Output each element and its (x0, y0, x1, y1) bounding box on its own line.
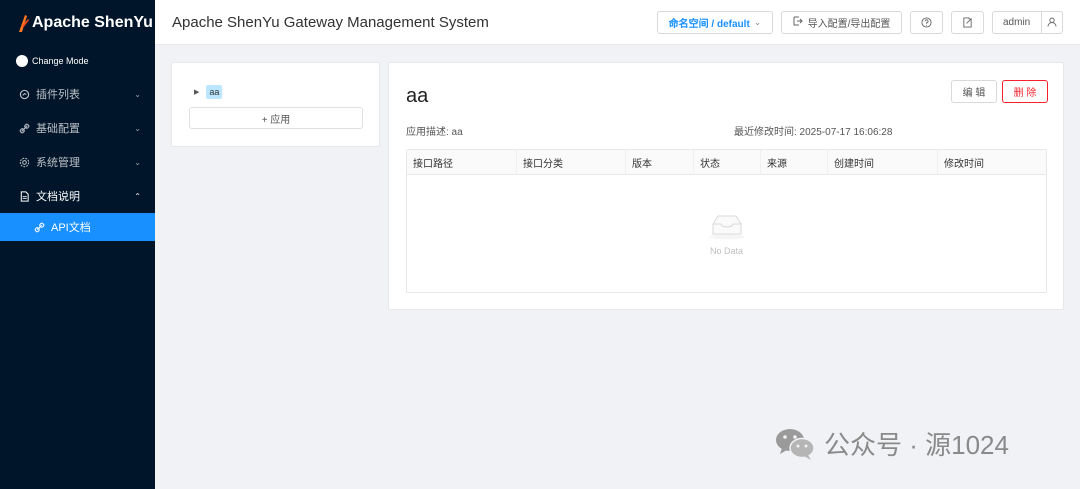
column-header: 来源 (760, 150, 827, 175)
column-header: 版本 (625, 150, 693, 175)
wechat-icon (776, 428, 815, 460)
empty-state: No Data (407, 175, 1046, 292)
sidebar: Apache ShenYu Change Mode 插件列表 ⌄ 基础配置 ⌄ … (0, 0, 155, 489)
sidebar-item-label: 文档说明 (36, 191, 80, 203)
import-export-label: 导入配置/导出配置 (807, 18, 891, 30)
chevron-down-icon: ⌄ (753, 16, 762, 27)
sidebar-item-label: 插件列表 (36, 89, 80, 101)
last-modified: 最近修改时间: 2025-07-17 16:06:28 (734, 127, 893, 138)
change-mode-toggle[interactable]: Change Mode (0, 45, 155, 77)
link-icon (18, 122, 30, 134)
help-button[interactable] (910, 10, 943, 34)
user-name: admin (1003, 16, 1031, 28)
feather-logo-icon (19, 14, 29, 32)
chevron-down-icon: ⌄ (134, 123, 141, 133)
page-title: Apache ShenYu Gateway Management System (172, 13, 489, 31)
app-detail-panel: aa 编 辑 删 除 应用描述: aa 最近修改时间: 2025-07-17 1… (388, 62, 1064, 310)
app-title: aa (406, 85, 429, 107)
column-header: 接口路径 (413, 159, 453, 170)
user-menu[interactable]: admin (992, 10, 1063, 34)
api-table: 接口路径 接口分类 版本 状态 来源 创建时间 修改时间 No Data (406, 149, 1047, 293)
chevron-up-icon: ⌃ (134, 191, 141, 201)
column-header: 修改时间 (937, 150, 1048, 175)
document-icon (18, 190, 30, 202)
export-button[interactable] (951, 10, 984, 34)
watermark: 公众号 · 源1024 (774, 425, 1009, 462)
delete-button[interactable]: 删 除 (1002, 80, 1048, 103)
import-export-config-button[interactable]: 导入配置/导出配置 (781, 10, 902, 34)
user-icon (1041, 11, 1062, 33)
logo-text: Apache ShenYu (32, 13, 153, 31)
change-mode-label: Change Mode (32, 56, 89, 66)
chevron-down-icon: ⌄ (134, 157, 141, 167)
sidebar-item-docs[interactable]: 文档说明 ⌃ (0, 179, 155, 213)
sidebar-item-label: 系统管理 (36, 157, 80, 169)
link-icon (34, 221, 46, 233)
empty-inbox-icon (708, 215, 745, 239)
toggle-dot-icon (16, 55, 28, 67)
column-header: 接口分类 (516, 150, 625, 175)
sidebar-item-system[interactable]: 系统管理 ⌄ (0, 145, 155, 179)
plugin-icon (18, 88, 30, 100)
table-header: 接口路径 接口分类 版本 状态 来源 创建时间 修改时间 (407, 150, 1046, 175)
add-app-button[interactable]: + 应用 (189, 107, 363, 129)
edit-button[interactable]: 编 辑 (951, 80, 997, 103)
chevron-down-icon: ⌄ (134, 89, 141, 99)
caret-right-icon[interactable]: ▶ (194, 88, 199, 96)
namespace-label: 命名空间 / default (668, 18, 750, 30)
watermark-text: 公众号 · 源1024 (824, 430, 1009, 460)
app-tree-panel: ▶ aa + 应用 (171, 62, 380, 147)
tree-node[interactable]: ▶ aa (194, 85, 223, 99)
logo[interactable]: Apache ShenYu (0, 0, 155, 45)
sidebar-item-plugins[interactable]: 插件列表 ⌄ (0, 77, 155, 111)
column-header: 状态 (693, 150, 760, 175)
sidebar-item-api-docs[interactable]: API文档 (0, 213, 155, 241)
question-circle-icon (921, 16, 932, 28)
import-icon (793, 16, 803, 29)
sidebar-item-label: 基础配置 (36, 123, 80, 135)
top-header: Apache ShenYu Gateway Management System … (155, 0, 1080, 45)
app-description: 应用描述: aa (406, 127, 463, 138)
empty-text: No Data (709, 245, 744, 256)
sidebar-item-basic-config[interactable]: 基础配置 ⌄ (0, 111, 155, 145)
tree-node-label[interactable]: aa (206, 85, 223, 99)
gear-icon (18, 156, 30, 168)
sidebar-sub-item-label: API文档 (51, 222, 91, 234)
export-icon (963, 16, 972, 28)
namespace-select[interactable]: 命名空间 / default ⌄ (657, 10, 773, 34)
column-header: 创建时间 (827, 150, 937, 175)
